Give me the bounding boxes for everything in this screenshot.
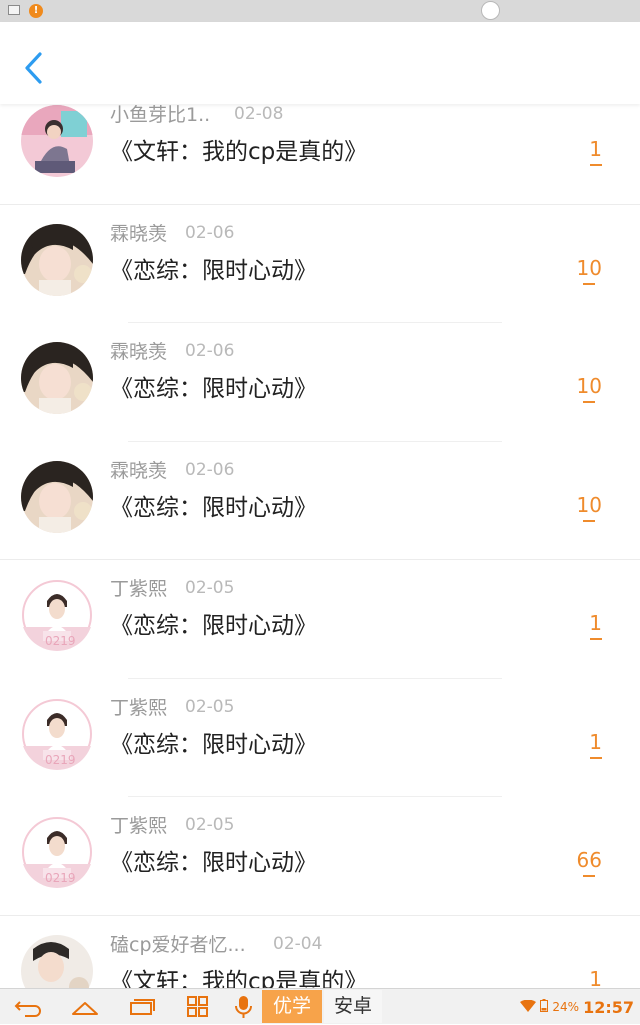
avatar[interactable] <box>21 934 93 988</box>
avatar[interactable]: 0219 <box>21 579 93 651</box>
tab-youxue[interactable]: 优学 <box>262 990 322 1023</box>
bottom-nav-bar: 优学 安卓 24% 12:57 <box>0 988 640 1024</box>
work-title[interactable]: 《文轩：我的cp是真的》 <box>110 962 367 989</box>
svg-text:0219: 0219 <box>45 871 76 885</box>
list-item[interactable]: 霖晓羡 02-06 《恋综：限时心动》 10 <box>0 442 640 560</box>
battery-level: 24% <box>552 1000 580 1014</box>
author-name: 磕cp爱好者忆... <box>110 933 246 956</box>
author-name: 小鱼芽比1.. <box>110 104 211 126</box>
author-name: 霖晓羡 <box>110 341 168 363</box>
reply-count[interactable]: 1 <box>589 137 602 166</box>
status-bar: ! <box>0 0 640 22</box>
post-date: 02-06 <box>185 459 235 480</box>
post-date: 02-06 <box>185 222 235 243</box>
avatar[interactable] <box>21 223 93 296</box>
grid-icon[interactable] <box>183 994 213 1020</box>
list-item[interactable]: 霖晓羡 02-06 《恋综：限时心动》 10 <box>0 323 640 442</box>
work-title[interactable]: 《恋综：限时心动》 <box>110 488 317 522</box>
reply-count[interactable]: 10 <box>577 374 602 403</box>
floating-circle-button[interactable] <box>481 1 500 20</box>
list-item[interactable]: 0219 丁紫熙 02-05 《恋综：限时心动》 1 <box>0 679 640 798</box>
list-item[interactable]: 小鱼芽比1.. 02-08 《文轩：我的cp是真的》 1 <box>0 104 640 205</box>
avatar[interactable]: 0219 <box>21 816 93 888</box>
reply-count[interactable]: 10 <box>577 493 602 522</box>
reply-count[interactable]: 1 <box>589 730 602 759</box>
message-list-viewport[interactable]: 小鱼芽比1.. 02-08 《文轩：我的cp是真的》 1 霖晓羡 02-06 《恋综：限时心… <box>0 104 640 988</box>
author-name: 丁紫熙 <box>110 578 168 600</box>
author-name: 霖晓羡 <box>110 222 168 245</box>
clock: 12:57 <box>583 997 634 1017</box>
reply-count[interactable]: 1 <box>589 967 602 989</box>
post-date: 02-06 <box>185 341 235 361</box>
app-header <box>0 22 640 104</box>
author-name: 丁紫熙 <box>110 815 168 837</box>
avatar[interactable]: 0219 <box>21 697 93 770</box>
author-name: 丁紫熙 <box>110 696 168 719</box>
reply-count[interactable]: 1 <box>589 611 602 640</box>
svg-text:0219: 0219 <box>45 634 76 648</box>
list-item[interactable]: 0219 丁紫熙 02-05 《恋综：限时心动》 66 <box>0 797 640 916</box>
message-list: 小鱼芽比1.. 02-08 《文轩：我的cp是真的》 1 霖晓羡 02-06 《恋综：限时心… <box>0 104 640 988</box>
post-date: 02-05 <box>185 815 235 835</box>
reply-count[interactable]: 10 <box>577 256 602 285</box>
alert-notification-icon: ! <box>29 4 43 18</box>
work-title[interactable]: 《文轩：我的cp是真的》 <box>110 132 367 166</box>
reply-count[interactable]: 66 <box>577 848 602 877</box>
work-title[interactable]: 《恋综：限时心动》 <box>110 369 317 403</box>
work-title[interactable]: 《恋综：限时心动》 <box>110 725 317 759</box>
microphone-icon[interactable] <box>229 994 259 1020</box>
avatar[interactable] <box>21 342 93 414</box>
avatar[interactable] <box>21 460 93 533</box>
battery-icon <box>540 999 549 1015</box>
post-date: 02-05 <box>185 696 235 717</box>
wifi-icon <box>520 999 537 1015</box>
post-date: 02-08 <box>234 104 284 124</box>
list-item[interactable]: 霖晓羡 02-06 《恋综：限时心动》 10 <box>0 205 640 324</box>
recent-apps-icon[interactable] <box>127 994 157 1020</box>
chevron-left-icon[interactable] <box>18 50 50 86</box>
image-notification-icon <box>8 5 20 15</box>
post-date: 02-05 <box>185 578 235 598</box>
svg-text:0219: 0219 <box>45 753 76 767</box>
work-title[interactable]: 《恋综：限时心动》 <box>110 251 317 285</box>
avatar[interactable] <box>21 105 93 177</box>
tab-anzhuo[interactable]: 安卓 <box>324 990 382 1023</box>
system-tray: 24% 12:57 <box>520 989 634 1025</box>
author-name: 霖晓羡 <box>110 459 168 482</box>
work-title[interactable]: 《恋综：限时心动》 <box>110 843 317 877</box>
post-date: 02-04 <box>273 933 323 954</box>
home-icon[interactable] <box>70 994 100 1020</box>
list-item[interactable]: 0219 丁紫熙 02-05 《恋综：限时心动》 1 <box>0 560 640 679</box>
list-item[interactable]: 磕cp爱好者忆... 02-04 《文轩：我的cp是真的》 1 <box>0 916 640 989</box>
back-arrow-icon[interactable] <box>13 994 43 1020</box>
work-title[interactable]: 《恋综：限时心动》 <box>110 606 317 640</box>
